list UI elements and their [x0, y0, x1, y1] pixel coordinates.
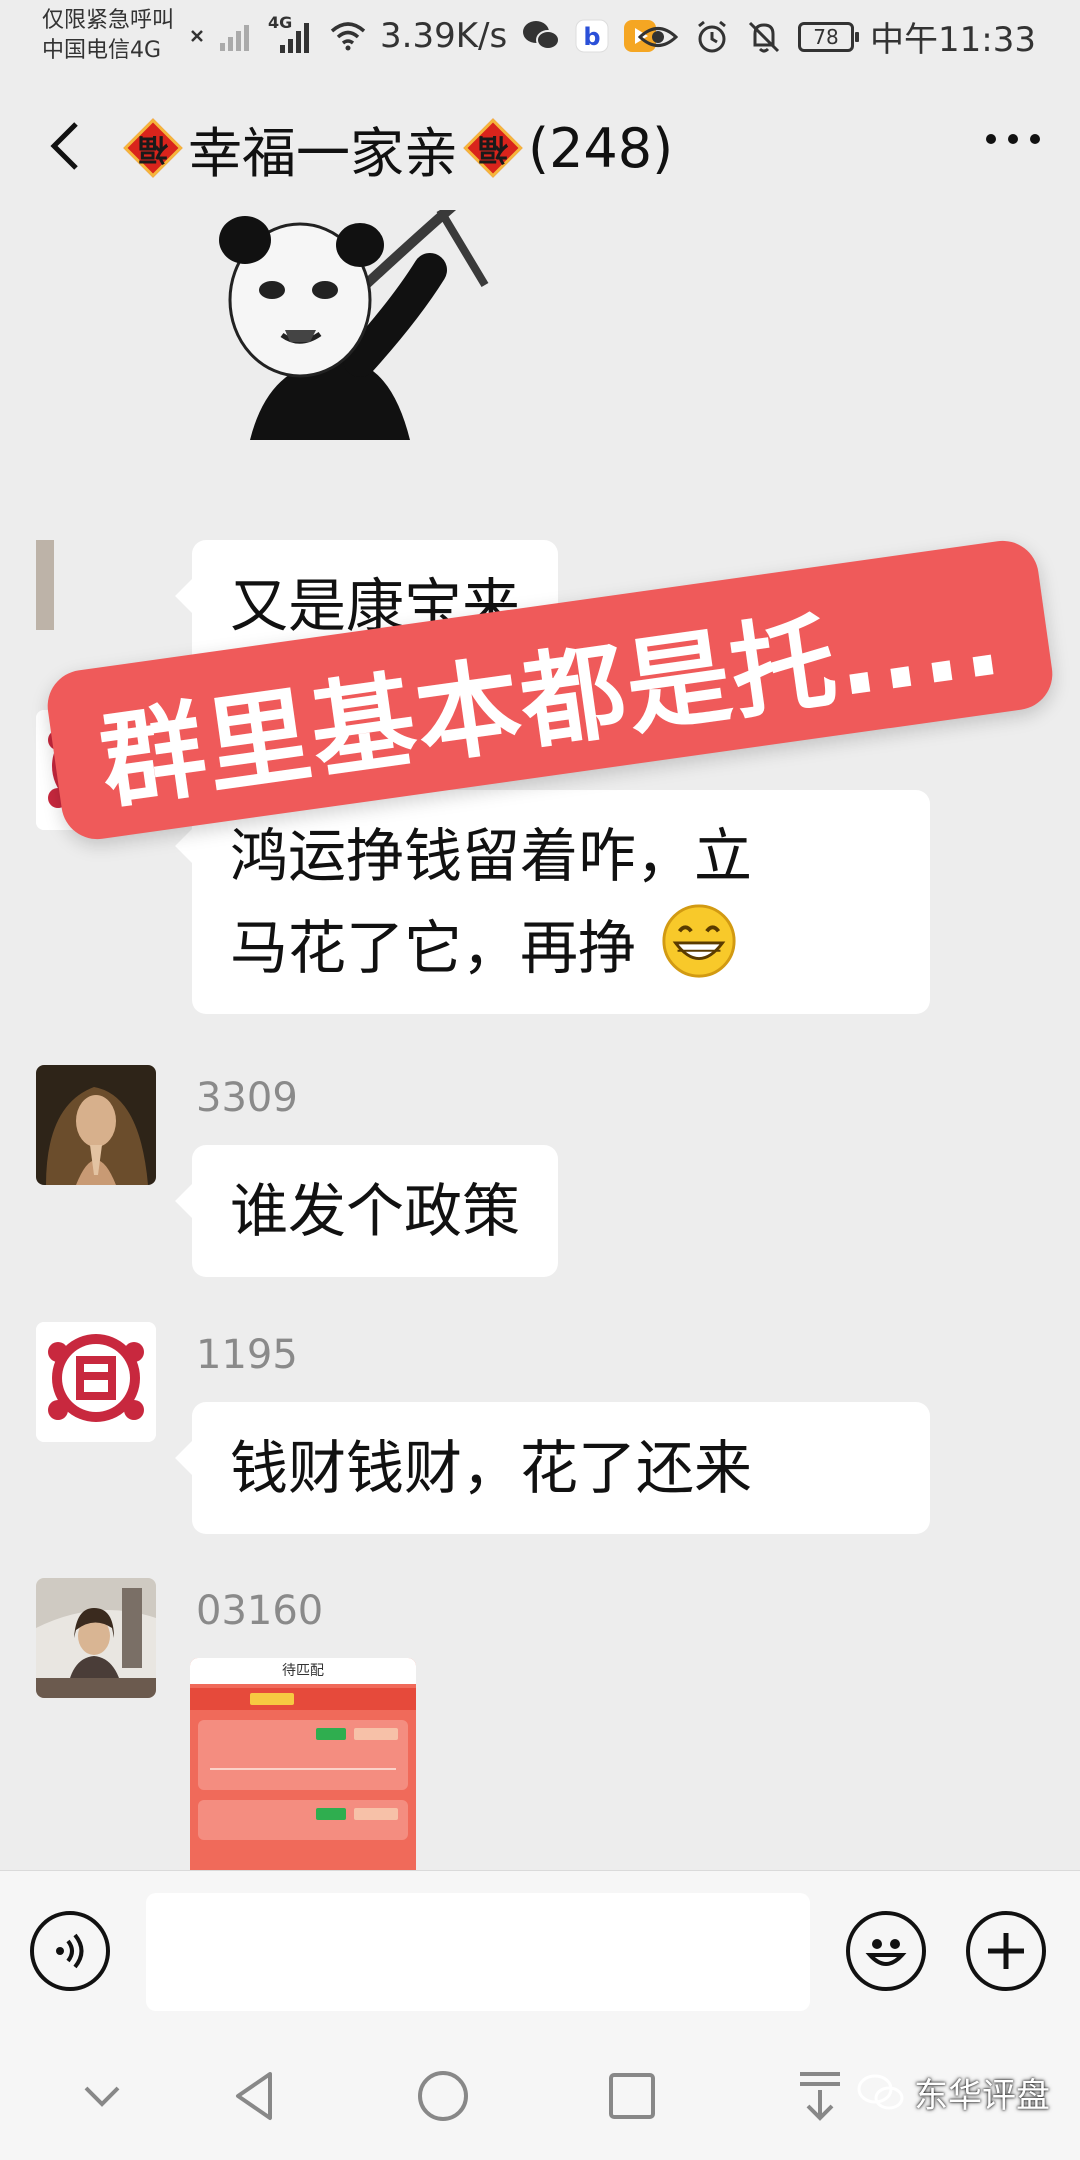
message-text-line: 鸿运挣钱留着咋，立	[230, 822, 753, 890]
carrier-line-1: 仅限紧急呼叫	[42, 8, 175, 33]
image-message-thumbnail[interactable]: 待匹配	[190, 1658, 416, 1870]
sender-name: 3309	[196, 1075, 298, 1121]
wifi-icon	[330, 22, 366, 51]
fu-char: 福	[138, 131, 168, 166]
back-arrow-icon[interactable]	[38, 116, 98, 176]
smiley-icon	[865, 1939, 907, 1966]
thumbnail-title: 待匹配	[282, 1663, 324, 1679]
nav-home-icon[interactable]	[413, 2066, 473, 2126]
eye-icon	[638, 26, 679, 47]
signal-1-icon	[220, 25, 249, 51]
svg-text:b: b	[584, 23, 601, 51]
chat-title: 福 幸福一家亲 福 (248)	[118, 108, 673, 188]
message-input[interactable]	[146, 1893, 810, 2011]
clock: 中午11:33	[870, 20, 1036, 60]
close-x-icon	[191, 30, 203, 42]
more-options-icon[interactable]	[986, 134, 1040, 144]
member-count: (248)	[528, 116, 674, 180]
fu-diamond-icon: 福	[463, 118, 523, 178]
message-bubble[interactable]: 钱财钱财，花了还来	[192, 1402, 930, 1534]
group-name: 幸福一家亲	[188, 121, 458, 185]
panda-meme-sticker	[219, 210, 489, 440]
message-bubble[interactable]: 鸿运挣钱留着咋，立 马花了它，再挣	[192, 790, 930, 1014]
watermark-text: 东华评盘	[914, 2076, 1050, 2116]
system-navigation-bar: 东华评盘	[0, 2030, 1080, 2160]
chevron-down-icon[interactable]	[72, 2066, 132, 2126]
message-text: 谁发个政策	[230, 1177, 521, 1245]
avatar[interactable]	[36, 1578, 156, 1698]
baidu-app-icon: b	[575, 19, 609, 53]
message-bubble[interactable]: 谁发个政策	[192, 1145, 559, 1277]
mute-bell-icon	[748, 21, 780, 52]
fu-char: 福	[478, 131, 508, 166]
message-text-line: 马花了它，再挣	[230, 914, 637, 982]
chat-area[interactable]: 又是康宝来 1195 鸿运挣钱留着咋，立 马花了它，再挣	[0, 210, 1080, 1870]
emoji-button[interactable]	[846, 1911, 926, 1991]
carrier-info: 仅限紧急呼叫 中国电信4G	[42, 6, 174, 66]
more-functions-button[interactable]	[966, 1911, 1046, 1991]
fu-diamond-icon: 福	[123, 118, 183, 178]
status-icons-right: 78 中午11:33	[638, 12, 1036, 61]
signal-4g-icon: 4G	[268, 13, 316, 55]
avatar[interactable]	[36, 1322, 156, 1442]
battery-icon: 78	[798, 21, 860, 52]
avatar[interactable]	[36, 1065, 156, 1185]
nav-recents-icon[interactable]	[602, 2066, 662, 2126]
input-bar	[0, 1870, 1080, 2030]
nav-back-icon[interactable]	[226, 2066, 286, 2126]
chat-header: 福 幸福一家亲 福 (248)	[0, 80, 1080, 210]
voice-icon	[56, 1933, 84, 1969]
battery-level: 78	[813, 24, 839, 49]
wechat-logo-icon	[857, 2074, 904, 2109]
plus-icon	[988, 1933, 1024, 1969]
wechat-icon	[523, 21, 561, 50]
avatar[interactable]	[36, 540, 54, 630]
message-text: 钱财钱财，花了还来	[230, 1434, 753, 1502]
sender-name: 1195	[196, 1332, 298, 1378]
watermark: 东华评盘	[856, 2068, 1050, 2117]
alarm-icon	[698, 20, 726, 52]
voice-input-button[interactable]	[30, 1911, 110, 1991]
carrier-line-2: 中国电信4G	[42, 38, 162, 63]
grin-emoji-icon	[662, 904, 737, 978]
status-bar: 仅限紧急呼叫 中国电信4G 4G 3.39K/s b 78 中午11:33	[0, 0, 1080, 80]
network-speed: 3.39K/s	[380, 16, 508, 56]
status-icons-left: 4G 3.39K/s b	[190, 13, 657, 56]
notification-pulldown-icon[interactable]	[790, 2066, 850, 2126]
sender-name: 03160	[196, 1588, 324, 1634]
